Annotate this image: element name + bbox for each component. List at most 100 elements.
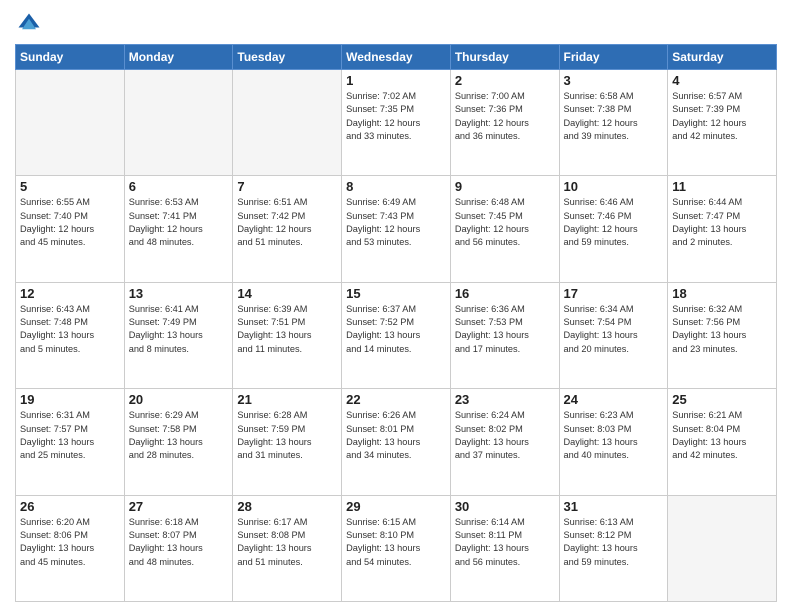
logo	[15, 10, 47, 38]
calendar-cell	[668, 495, 777, 601]
calendar-cell: 11 Sunrise: 6:44 AM Sunset: 7:47 PM Dayli…	[668, 176, 777, 282]
calendar-cell: 30 Sunrise: 6:14 AM Sunset: 8:11 PM Dayli…	[450, 495, 559, 601]
day-info: Sunrise: 6:20 AM Sunset: 8:06 PM Dayligh…	[20, 516, 120, 569]
day-info: Sunrise: 7:02 AM Sunset: 7:35 PM Dayligh…	[346, 90, 446, 143]
day-number: 31	[564, 499, 664, 514]
day-number: 12	[20, 286, 120, 301]
weekday-header-monday: Monday	[124, 45, 233, 70]
calendar-cell	[124, 70, 233, 176]
day-number: 30	[455, 499, 555, 514]
calendar-cell: 20Sunrise: 6:29 AM Sunset: 7:58 PM Dayli…	[124, 389, 233, 495]
weekday-header-row: SundayMondayTuesdayWednesdayThursdayFrid…	[16, 45, 777, 70]
day-info: Sunrise: 6:46 AM Sunset: 7:46 PM Dayligh…	[564, 196, 664, 249]
day-number: 19	[20, 392, 120, 407]
calendar-cell: 10Sunrise: 6:46 AM Sunset: 7:46 PM Dayli…	[559, 176, 668, 282]
day-info: Sunrise: 6:41 AM Sunset: 7:49 PM Dayligh…	[129, 303, 229, 356]
day-info: Sunrise: 6:57 AM Sunset: 7:39 PM Dayligh…	[672, 90, 772, 143]
calendar-cell: 24Sunrise: 6:23 AM Sunset: 8:03 PM Dayli…	[559, 389, 668, 495]
calendar-cell: 2 Sunrise: 7:00 AM Sunset: 7:36 PM Daylig…	[450, 70, 559, 176]
day-number: 23	[455, 392, 555, 407]
day-number: 15	[346, 286, 446, 301]
day-number: 8	[346, 179, 446, 194]
day-info: Sunrise: 6:55 AM Sunset: 7:40 PM Dayligh…	[20, 196, 120, 249]
day-number: 7	[237, 179, 337, 194]
day-number: 9	[455, 179, 555, 194]
day-info: Sunrise: 6:14 AM Sunset: 8:11 PM Dayligh…	[455, 516, 555, 569]
day-number: 26	[20, 499, 120, 514]
calendar-cell: 4Sunrise: 6:57 AM Sunset: 7:39 PM Daylig…	[668, 70, 777, 176]
calendar-cell: 16 Sunrise: 6:36 AM Sunset: 7:53 PM Dayli…	[450, 282, 559, 388]
day-number: 28	[237, 499, 337, 514]
calendar-cell: 7 Sunrise: 6:51 AM Sunset: 7:42 PM Daylig…	[233, 176, 342, 282]
calendar-cell: 14Sunrise: 6:39 AM Sunset: 7:51 PM Dayli…	[233, 282, 342, 388]
day-info: Sunrise: 6:15 AM Sunset: 8:10 PM Dayligh…	[346, 516, 446, 569]
day-number: 11	[672, 179, 772, 194]
day-number: 29	[346, 499, 446, 514]
calendar-cell: 9 Sunrise: 6:48 AM Sunset: 7:45 PM Daylig…	[450, 176, 559, 282]
weekday-header-wednesday: Wednesday	[342, 45, 451, 70]
calendar-cell: 5 Sunrise: 6:55 AM Sunset: 7:40 PM Daylig…	[16, 176, 125, 282]
calendar-cell: 31 Sunrise: 6:13 AM Sunset: 8:12 PM Dayli…	[559, 495, 668, 601]
day-info: Sunrise: 6:44 AM Sunset: 7:47 PM Dayligh…	[672, 196, 772, 249]
day-number: 16	[455, 286, 555, 301]
day-info: Sunrise: 6:17 AM Sunset: 8:08 PM Dayligh…	[237, 516, 337, 569]
day-info: Sunrise: 6:23 AM Sunset: 8:03 PM Dayligh…	[564, 409, 664, 462]
day-info: Sunrise: 6:29 AM Sunset: 7:58 PM Dayligh…	[129, 409, 229, 462]
calendar-cell: 28 Sunrise: 6:17 AM Sunset: 8:08 PM Dayli…	[233, 495, 342, 601]
day-number: 13	[129, 286, 229, 301]
day-number: 25	[672, 392, 772, 407]
day-number: 1	[346, 73, 446, 88]
day-info: Sunrise: 6:32 AM Sunset: 7:56 PM Dayligh…	[672, 303, 772, 356]
day-number: 21	[237, 392, 337, 407]
weekday-header-sunday: Sunday	[16, 45, 125, 70]
calendar-cell: 19Sunrise: 6:31 AM Sunset: 7:57 PM Dayli…	[16, 389, 125, 495]
calendar-cell: 18 Sunrise: 6:32 AM Sunset: 7:56 PM Dayli…	[668, 282, 777, 388]
calendar-cell: 1 Sunrise: 7:02 AM Sunset: 7:35 PM Daylig…	[342, 70, 451, 176]
weekday-header-thursday: Thursday	[450, 45, 559, 70]
calendar-cell	[16, 70, 125, 176]
week-row-1: 1 Sunrise: 7:02 AM Sunset: 7:35 PM Daylig…	[16, 70, 777, 176]
day-number: 2	[455, 73, 555, 88]
weekday-header-friday: Friday	[559, 45, 668, 70]
calendar-cell: 26 Sunrise: 6:20 AM Sunset: 8:06 PM Dayli…	[16, 495, 125, 601]
logo-icon	[15, 10, 43, 38]
day-info: Sunrise: 6:13 AM Sunset: 8:12 PM Dayligh…	[564, 516, 664, 569]
calendar-cell: 13 Sunrise: 6:41 AM Sunset: 7:49 PM Dayli…	[124, 282, 233, 388]
day-info: Sunrise: 6:28 AM Sunset: 7:59 PM Dayligh…	[237, 409, 337, 462]
day-number: 5	[20, 179, 120, 194]
day-info: Sunrise: 6:49 AM Sunset: 7:43 PM Dayligh…	[346, 196, 446, 249]
day-info: Sunrise: 6:24 AM Sunset: 8:02 PM Dayligh…	[455, 409, 555, 462]
calendar-cell: 3Sunrise: 6:58 AM Sunset: 7:38 PM Daylig…	[559, 70, 668, 176]
day-info: Sunrise: 6:34 AM Sunset: 7:54 PM Dayligh…	[564, 303, 664, 356]
day-number: 27	[129, 499, 229, 514]
week-row-4: 19Sunrise: 6:31 AM Sunset: 7:57 PM Dayli…	[16, 389, 777, 495]
day-info: Sunrise: 6:51 AM Sunset: 7:42 PM Dayligh…	[237, 196, 337, 249]
weekday-header-tuesday: Tuesday	[233, 45, 342, 70]
calendar-cell: 27 Sunrise: 6:18 AM Sunset: 8:07 PM Dayli…	[124, 495, 233, 601]
calendar-table: SundayMondayTuesdayWednesdayThursdayFrid…	[15, 44, 777, 602]
calendar-cell: 21 Sunrise: 6:28 AM Sunset: 7:59 PM Dayli…	[233, 389, 342, 495]
day-info: Sunrise: 6:48 AM Sunset: 7:45 PM Dayligh…	[455, 196, 555, 249]
day-info: Sunrise: 6:43 AM Sunset: 7:48 PM Dayligh…	[20, 303, 120, 356]
calendar-cell: 12 Sunrise: 6:43 AM Sunset: 7:48 PM Dayli…	[16, 282, 125, 388]
day-info: Sunrise: 6:37 AM Sunset: 7:52 PM Dayligh…	[346, 303, 446, 356]
day-number: 18	[672, 286, 772, 301]
day-info: Sunrise: 6:36 AM Sunset: 7:53 PM Dayligh…	[455, 303, 555, 356]
calendar-cell: 17 Sunrise: 6:34 AM Sunset: 7:54 PM Dayli…	[559, 282, 668, 388]
calendar-cell: 6Sunrise: 6:53 AM Sunset: 7:41 PM Daylig…	[124, 176, 233, 282]
weekday-header-saturday: Saturday	[668, 45, 777, 70]
calendar-cell: 8 Sunrise: 6:49 AM Sunset: 7:43 PM Daylig…	[342, 176, 451, 282]
page: SundayMondayTuesdayWednesdayThursdayFrid…	[0, 0, 792, 612]
day-number: 3	[564, 73, 664, 88]
day-number: 6	[129, 179, 229, 194]
day-number: 17	[564, 286, 664, 301]
day-info: Sunrise: 7:00 AM Sunset: 7:36 PM Dayligh…	[455, 90, 555, 143]
week-row-2: 5 Sunrise: 6:55 AM Sunset: 7:40 PM Daylig…	[16, 176, 777, 282]
calendar-cell: 15 Sunrise: 6:37 AM Sunset: 7:52 PM Dayli…	[342, 282, 451, 388]
day-number: 14	[237, 286, 337, 301]
calendar-cell: 25 Sunrise: 6:21 AM Sunset: 8:04 PM Dayli…	[668, 389, 777, 495]
day-info: Sunrise: 6:21 AM Sunset: 8:04 PM Dayligh…	[672, 409, 772, 462]
day-number: 22	[346, 392, 446, 407]
calendar-cell: 22Sunrise: 6:26 AM Sunset: 8:01 PM Dayli…	[342, 389, 451, 495]
day-info: Sunrise: 6:18 AM Sunset: 8:07 PM Dayligh…	[129, 516, 229, 569]
